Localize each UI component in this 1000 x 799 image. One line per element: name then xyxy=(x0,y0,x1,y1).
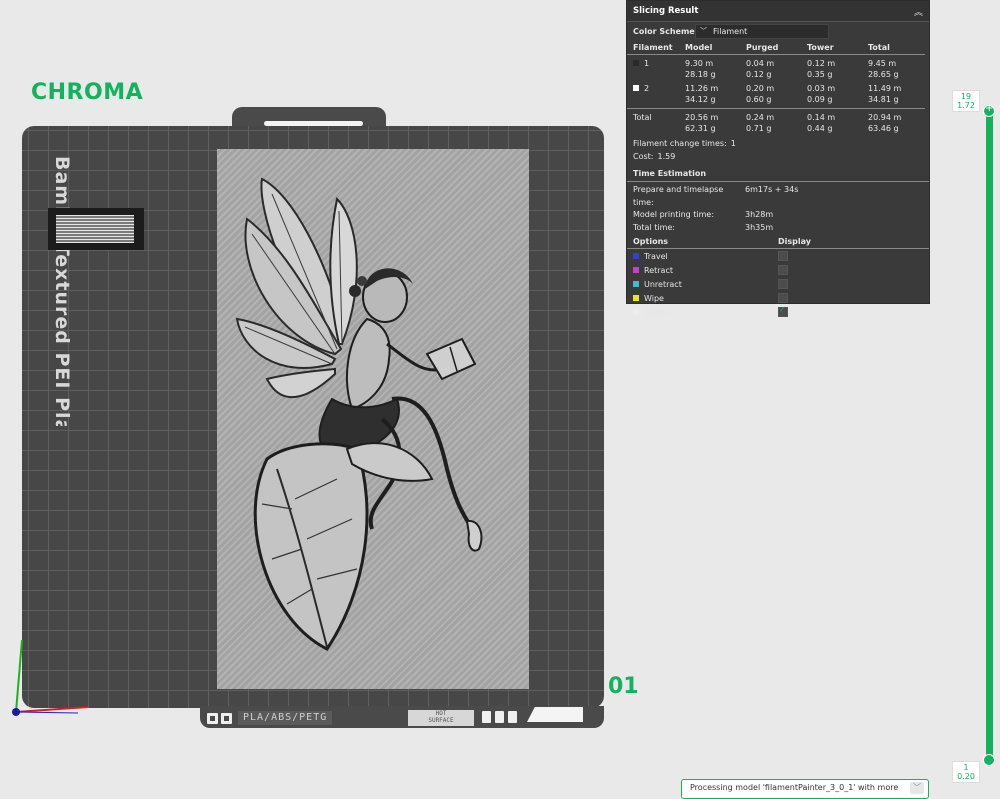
total-time-row: Total time: 3h35m xyxy=(633,222,774,232)
display-checkbox-seams[interactable] xyxy=(778,305,788,317)
display-checkbox-unretract[interactable] xyxy=(778,279,788,289)
hot-surface-warning: HOT SURFACE xyxy=(408,710,474,726)
color-scheme-label: Color Scheme xyxy=(633,26,695,36)
layer-slider-bottom-handle[interactable] xyxy=(983,754,995,766)
plate-grid-icon xyxy=(207,712,218,724)
plate-number: 01 xyxy=(608,674,639,699)
option-unretract: Unretract xyxy=(627,277,929,291)
display-checkbox-wipe[interactable] xyxy=(778,293,788,303)
filament-row: 1 9.30 m 28.18 g 0.04 m 0.12 g 0.12 m 0.35 … xyxy=(627,55,929,80)
processing-notification: Processing model 'filamentPainter_3_0_1'… xyxy=(681,779,929,799)
options-header: Options Display xyxy=(627,235,929,249)
plate-outline-icon xyxy=(495,711,504,723)
slicing-result-panel: Slicing Result ︽ Color Scheme ﹀ Filament… xyxy=(626,0,930,317)
fairy-artwork xyxy=(235,177,483,651)
brand-title: CHROMA xyxy=(31,80,144,105)
plate-qr-icon xyxy=(221,712,232,724)
recycle-icon xyxy=(482,711,491,723)
model-time-row: Model printing time: 3h28m xyxy=(633,210,774,219)
filament-swatch xyxy=(633,60,639,66)
bin-icon xyxy=(508,711,517,723)
option-travel: Travel xyxy=(627,249,929,263)
plate-material-text: PLA/ABS/PETG xyxy=(238,711,333,725)
option-seams: Seams xyxy=(627,305,929,319)
axis-gizmo xyxy=(12,639,89,716)
slider-top-label: 19 1.72 xyxy=(952,90,980,112)
display-checkbox-travel[interactable] xyxy=(778,251,788,261)
filament-table-header: Filament Model Purged Tower Total xyxy=(627,40,925,55)
plate-type-label: Bambu Textured PEI Plate xyxy=(51,156,73,426)
option-wipe: Wipe xyxy=(627,291,929,305)
filament-swatch xyxy=(633,85,639,91)
time-estimation-title: Time Estimation xyxy=(627,167,929,182)
notification-text: Processing model 'filamentPainter_3_0_1'… xyxy=(690,783,899,792)
slider-bottom-label: 1 0.20 xyxy=(952,761,980,783)
cost: Cost: 1.59 xyxy=(633,152,676,161)
filament-total-row: Total 20.56 m 62.31 g 0.24 m 0.71 g 0.14 m… xyxy=(627,108,925,134)
plate-nfc-tag xyxy=(48,208,144,250)
panel-title: Slicing Result xyxy=(633,6,699,16)
layer-slider-track[interactable] xyxy=(986,112,993,760)
filament-change-times: Filament change times: 1 xyxy=(633,139,736,148)
chevron-down-icon[interactable]: ﹀ xyxy=(910,782,924,794)
layer-slider-top-handle[interactable] xyxy=(983,103,995,117)
panel-header: Slicing Result ︽ xyxy=(627,1,929,22)
collapse-icon[interactable]: ︽ xyxy=(914,5,923,18)
prepare-time-row: Prepare and timelapse time: 6m17s + 34s xyxy=(633,185,799,207)
option-retract: Retract xyxy=(627,263,929,277)
plate-bottom-marker xyxy=(527,707,583,722)
color-scheme-select[interactable]: ﹀ Filament xyxy=(695,23,829,39)
filament-row: 2 11.26 m 34.12 g 0.20 m 0.60 g 0.03 m 0.09… xyxy=(627,80,929,105)
chevron-down-icon: ﹀ xyxy=(700,27,707,35)
display-checkbox-retract[interactable] xyxy=(778,265,788,275)
printed-model-preview[interactable] xyxy=(217,149,529,689)
